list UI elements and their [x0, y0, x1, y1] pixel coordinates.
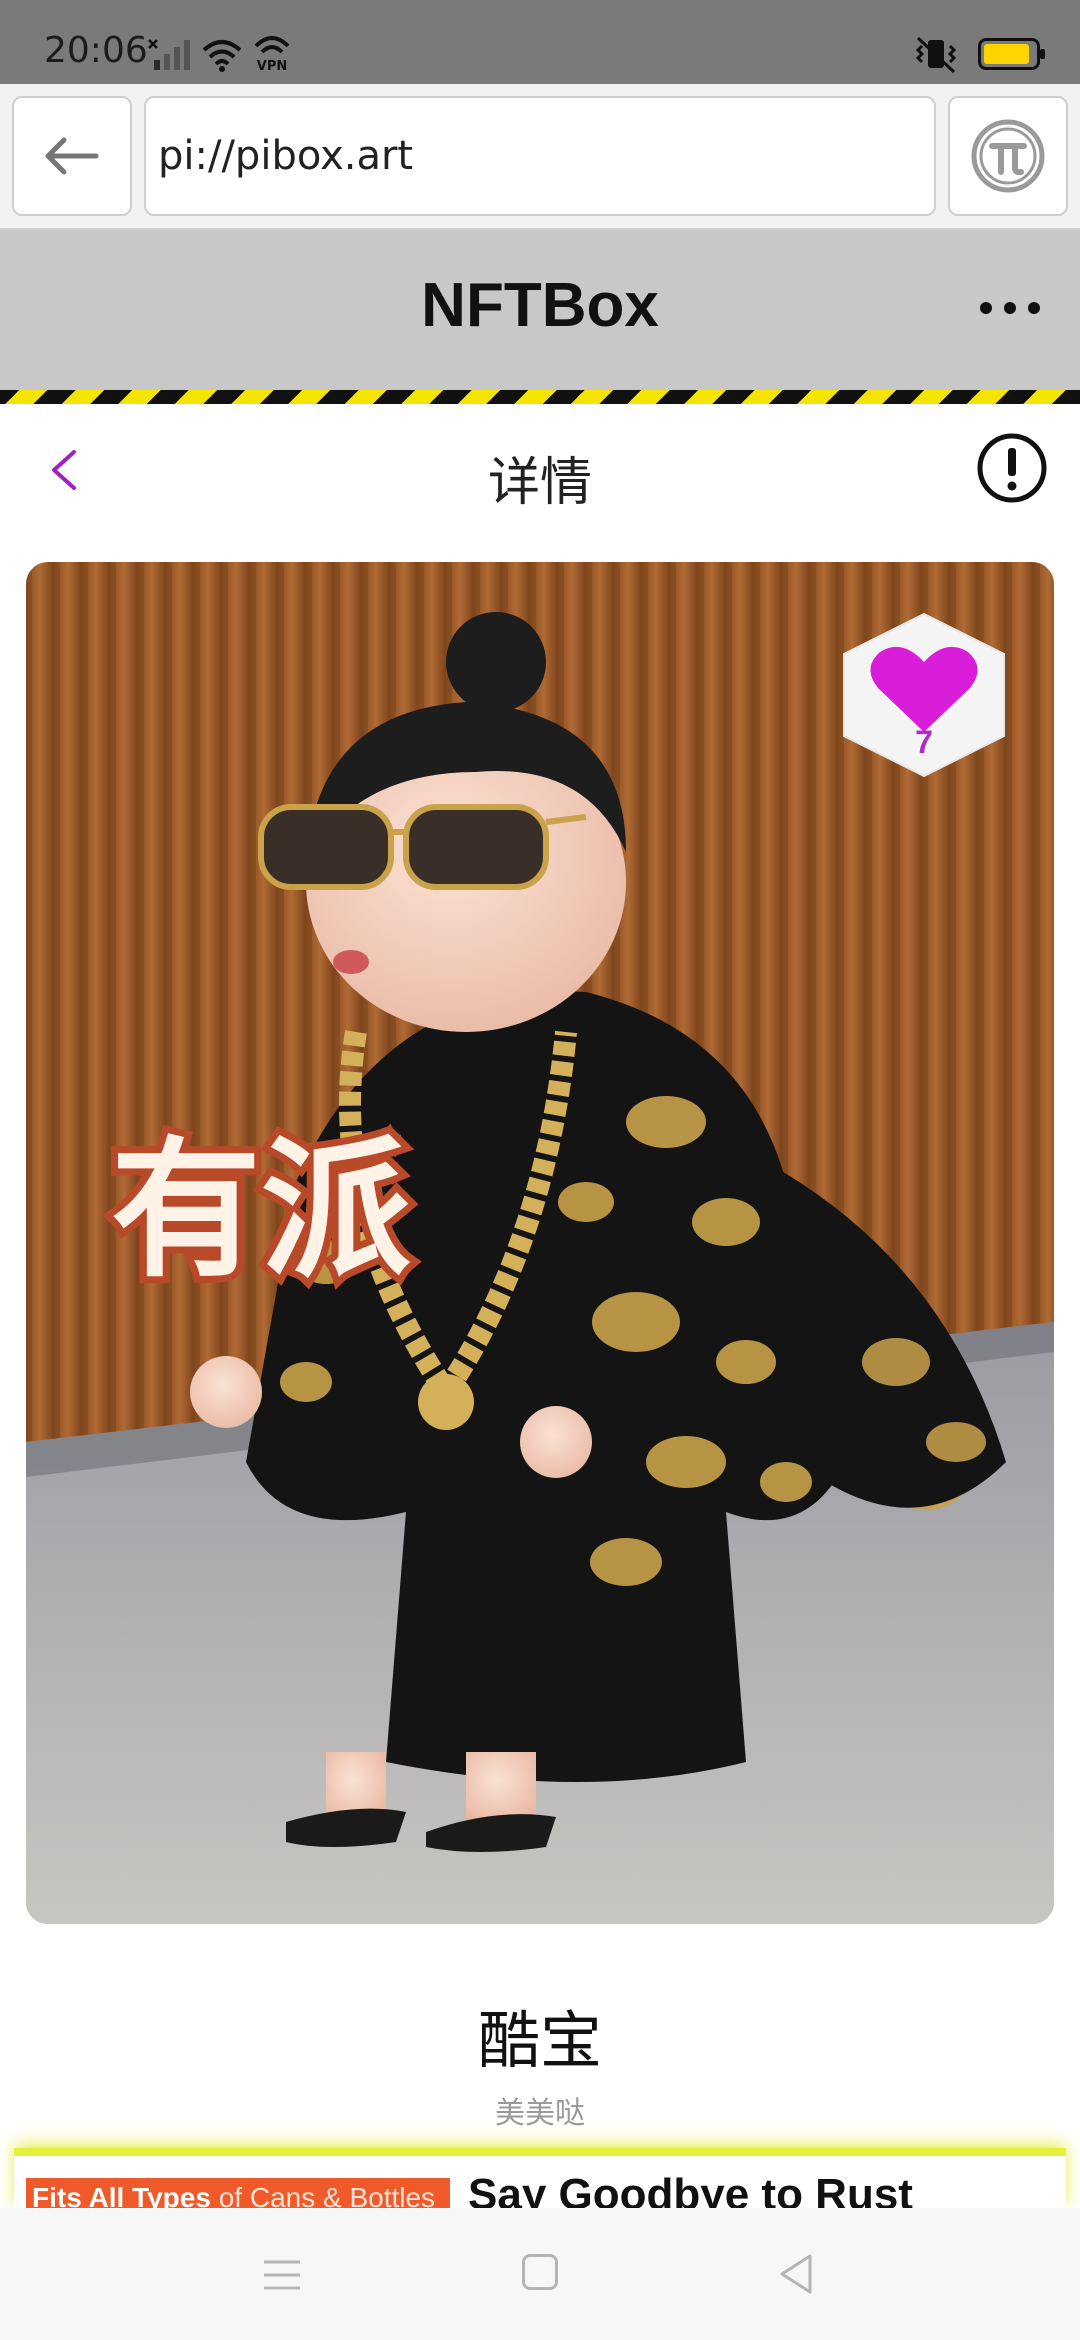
battery-icon: [978, 38, 1045, 70]
vibrate-icon: [915, 36, 957, 74]
item-author[interactable]: 美美哒: [0, 2088, 1080, 2132]
back-triangle-icon[interactable]: [776, 2252, 816, 2296]
ad-headline: Say Goodbye to Rust: [468, 2170, 913, 2208]
no-signal-icon: [148, 39, 190, 70]
wifi-icon: [202, 40, 242, 72]
dot: [1004, 302, 1016, 314]
pi-browser-button[interactable]: [948, 96, 1068, 216]
dot: [1028, 302, 1040, 314]
menu-icon[interactable]: [262, 2258, 302, 2292]
system-nav-bar: [0, 2208, 1080, 2340]
status-icons-left: VPN: [148, 32, 292, 72]
url-field[interactable]: pi://pibox.art: [144, 96, 936, 216]
app-title: NFTBox: [421, 271, 659, 340]
page-title: 详情: [487, 453, 592, 513]
browser-bar: pi://pibox.art: [0, 84, 1080, 230]
status-time: 20:06: [44, 30, 148, 71]
page-nav: 详情: [0, 404, 1080, 534]
vpn-label: VPN: [257, 59, 287, 72]
like-count: 7: [915, 724, 933, 760]
ad-left-rest: of Cans & Bottles: [210, 2182, 436, 2208]
arrow-left-icon: [45, 137, 99, 175]
more-dots-icon[interactable]: [980, 288, 1040, 328]
hazard-stripe: [0, 390, 1080, 404]
battery-fill: [984, 44, 1029, 64]
item-title: 酷宝: [477, 2004, 602, 2077]
status-bar: 20:06 VPN: [0, 0, 1080, 84]
artwork-caption: 有派: [111, 1124, 411, 1298]
ad-left-bold: Fits All Types: [32, 2182, 211, 2208]
vpn-icon: VPN: [254, 36, 290, 72]
info-circle-icon[interactable]: [976, 432, 1048, 504]
browser-back-button[interactable]: [12, 96, 132, 216]
pi-logo-icon: [971, 119, 1045, 193]
status-icons-right: [914, 34, 1045, 74]
app-header: NFTBox: [0, 230, 1080, 390]
home-icon[interactable]: [522, 2254, 558, 2290]
ad-banner[interactable]: Fits All Types of Cans & Bottles Say Goo…: [14, 2148, 1066, 2208]
ad-image-text: Fits All Types of Cans & Bottles: [26, 2178, 450, 2208]
dot: [980, 302, 992, 314]
